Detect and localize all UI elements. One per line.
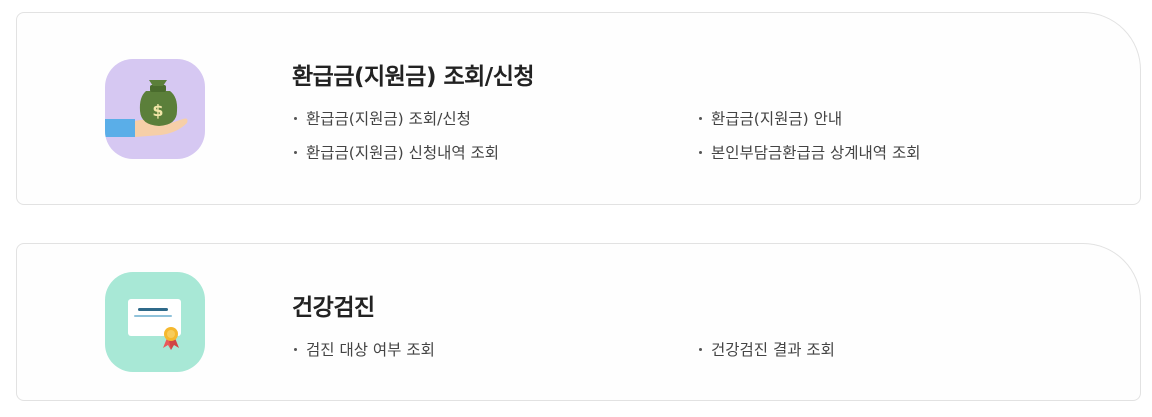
refund-card: $ 환급금(지원금) 조회/신청 환급금(지원금) 조회/신청 환급금(지원금)… <box>16 12 1141 205</box>
health-checkup-title: 건강검진 <box>292 295 375 321</box>
svg-text:$: $ <box>152 101 163 120</box>
refund-title: 환급금(지원금) 조회/신청 <box>292 64 535 90</box>
certificate-icon <box>105 272 205 372</box>
refund-link-list: 환급금(지원금) 조회/신청 환급금(지원금) 안내 환급금(지원금) 신청내역… <box>292 107 1102 165</box>
link-refund-inquiry[interactable]: 환급금(지원금) 조회/신청 <box>292 107 697 131</box>
link-checkup-eligibility[interactable]: 검진 대상 여부 조회 <box>292 338 697 362</box>
link-refund-guide[interactable]: 환급금(지원금) 안내 <box>697 107 1102 131</box>
link-refund-history[interactable]: 환급금(지원금) 신청내역 조회 <box>292 141 697 165</box>
health-checkup-link-list: 검진 대상 여부 조회 건강검진 결과 조회 <box>292 338 1102 362</box>
health-checkup-card: 건강검진 검진 대상 여부 조회 건강검진 결과 조회 <box>16 243 1141 401</box>
money-bag-hand-icon: $ <box>105 59 205 159</box>
link-copay-offset-history[interactable]: 본인부담금환급금 상계내역 조회 <box>697 141 1102 165</box>
link-checkup-result[interactable]: 건강검진 결과 조회 <box>697 338 1102 362</box>
